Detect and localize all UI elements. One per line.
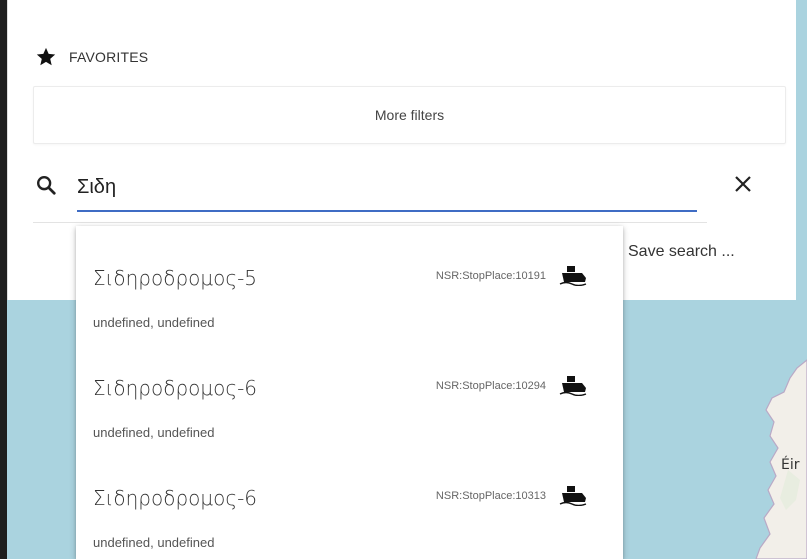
more-filters-button[interactable]: More filters (33, 86, 786, 144)
search-results-dropdown: Σιδηροδρομος-5 NSR:StopPlace:10191 undef… (76, 226, 623, 559)
search-result-item[interactable]: Σιδηροδρομος-6 NSR:StopPlace:10313 undef… (76, 446, 623, 550)
result-name: Σιδηροδρομος-6 (93, 486, 258, 510)
result-location: undefined, undefined (93, 425, 215, 440)
result-id: NSR:StopPlace:10191 (435, 270, 546, 282)
search-result-item[interactable]: Σιδηροδρομος-5 NSR:StopPlace:10191 undef… (76, 226, 623, 330)
ferry-icon (559, 266, 587, 286)
left-edge-strip (0, 0, 7, 559)
result-name: Σιδηροδρομος-5 (93, 266, 258, 290)
map-place-label: Éir (781, 457, 800, 473)
ferry-icon (559, 376, 587, 396)
ferry-icon (559, 486, 587, 506)
result-name: Σιδηροδρομος-6 (93, 376, 258, 400)
favorites-toggle[interactable]: FAVORITES (35, 44, 148, 70)
result-id: NSR:StopPlace:10294 (435, 380, 546, 392)
result-location: undefined, undefined (93, 315, 215, 330)
result-id: NSR:StopPlace:10313 (435, 490, 546, 502)
search-result-item[interactable]: Σιδηροδρομος-6 NSR:StopPlace:10294 undef… (76, 336, 623, 440)
search-icon (37, 176, 56, 195)
close-icon[interactable] (731, 172, 755, 196)
save-search-button[interactable]: Save search ... (628, 243, 735, 261)
search-divider (33, 222, 707, 223)
result-location: undefined, undefined (93, 535, 215, 550)
search-input[interactable] (77, 168, 697, 212)
favorites-label: FAVORITES (69, 49, 149, 65)
star-icon (36, 47, 56, 66)
